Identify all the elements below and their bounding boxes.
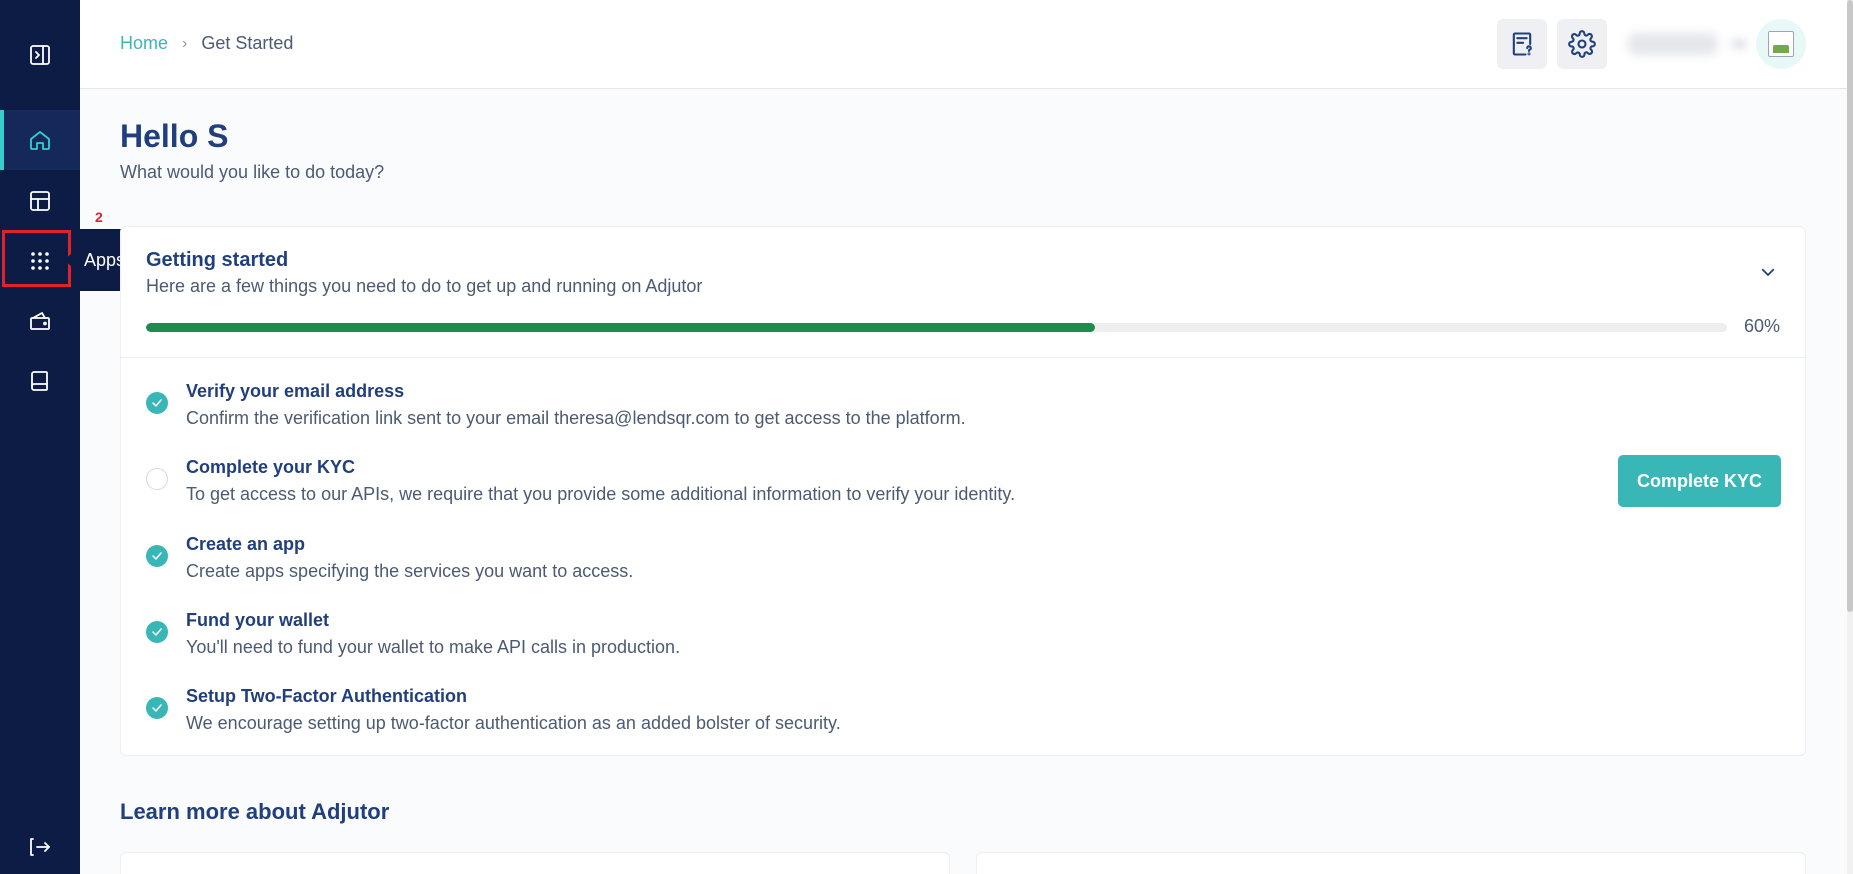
check-circle-icon [146,697,168,719]
home-icon [30,131,50,150]
logout-button[interactable] [0,817,80,874]
complete-kyc-button[interactable]: Complete KYC [1618,455,1781,507]
sidebar-item-docs[interactable] [0,351,80,411]
getting-started-title: Getting started [146,249,289,271]
breadcrumb-separator-icon: › [182,34,188,52]
annotation-highlight-box [2,230,71,287]
page-scrollbar[interactable] [1847,0,1853,874]
task-description: You'll need to fund your wallet to make … [186,637,681,657]
progress-bar-fill [146,323,1095,332]
task-description: To get access to our APIs, we require th… [186,484,1016,504]
user-menu-dropdown[interactable] [1731,38,1747,50]
empty-circle-icon [146,468,168,490]
docs-book-icon [31,371,48,391]
breadcrumb-home-link[interactable]: Home [120,33,168,54]
task-create-app: Create an app Create apps specifying the… [146,534,1786,594]
learn-more-card[interactable] [120,852,950,874]
task-title: Verify your email address [186,381,405,401]
collapse-toggle-button[interactable] [1759,263,1777,281]
task-fund-wallet: Fund your wallet You'll need to fund you… [146,610,1786,670]
top-header: Home › Get Started [80,0,1847,89]
wallet-icon [30,312,50,330]
user-name-blurred[interactable] [1628,33,1718,55]
sidebar [0,0,80,874]
page-title: Hello S [120,118,229,154]
check-circle-icon [146,392,168,414]
learn-more-title: Learn more about Adjutor [120,799,390,824]
sidebar-item-home[interactable] [0,110,80,170]
avatar[interactable] [1756,19,1806,69]
task-description: We encourage setting up two-factor authe… [186,713,841,733]
annotation-number: 2 [95,209,103,225]
task-description: Create apps specifying the services you … [186,561,634,581]
sidebar-item-wallet[interactable] [0,291,80,351]
task-description: Confirm the verification link sent to yo… [186,408,966,428]
collapse-sidebar-icon [30,45,50,65]
check-circle-icon [146,545,168,567]
scrollbar-thumb[interactable] [1847,0,1853,612]
check-circle-icon [146,621,168,643]
settings-button[interactable] [1557,19,1607,69]
task-two-factor: Setup Two-Factor Authentication We encou… [146,686,1786,746]
progress-percent: 60% [1743,316,1780,336]
task-complete-kyc: Complete your KYC To get access to our A… [146,457,1786,517]
task-title: Fund your wallet [186,610,330,630]
getting-started-card: Getting started Here are a few things yo… [120,226,1806,756]
sidebar-item-dashboard[interactable] [0,171,80,231]
broken-image-icon [1768,31,1794,57]
progress-bar [146,323,1727,332]
breadcrumb-current: Get Started [201,33,294,53]
task-title: Create an app [186,534,306,554]
help-document-icon [1512,32,1532,56]
task-verify-email: Verify your email address Confirm the ve… [146,381,1786,441]
chevron-down-icon [1761,268,1775,276]
settings-gear-icon [1568,30,1596,58]
dashboard-icon [30,191,50,211]
logout-icon [30,838,50,856]
breadcrumb: Home › Get Started [120,33,293,54]
task-title: Setup Two-Factor Authentication [186,686,467,706]
learn-more-card[interactable] [976,852,1806,874]
getting-started-subtitle: Here are a few things you need to do to … [146,276,703,296]
page-subtitle: What would you like to do today? [120,162,385,182]
help-docs-button[interactable] [1497,19,1547,69]
collapse-sidebar-button[interactable] [0,25,80,85]
card-divider [121,357,1805,358]
task-title: Complete your KYC [186,457,356,477]
